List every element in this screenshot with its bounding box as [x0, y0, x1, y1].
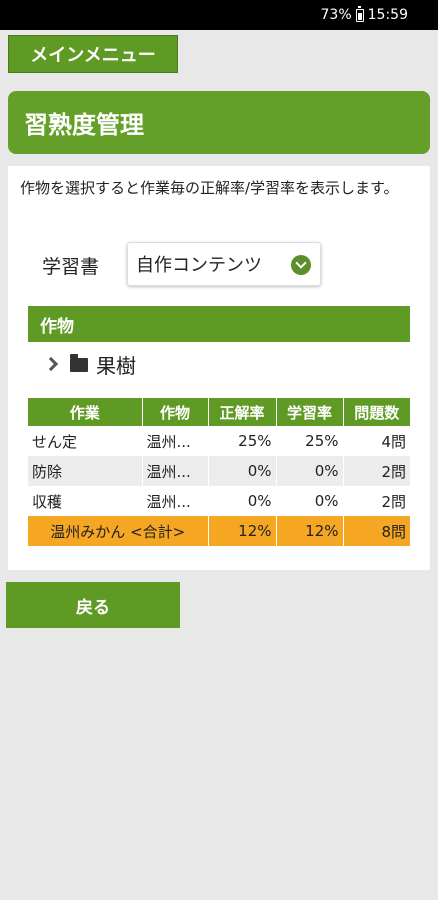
- table-row[interactable]: 収穫 温州... 0% 0% 2問: [28, 486, 410, 516]
- cell-crop: 温州...: [142, 486, 209, 516]
- proficiency-table: 作業 作物 正解率 学習率 問題数 せん定 温州... 25% 25% 4問 防…: [28, 398, 410, 546]
- main-menu-button[interactable]: メインメニュー: [8, 35, 178, 73]
- col-header-count: 問題数: [343, 398, 410, 426]
- folder-icon: [70, 354, 88, 372]
- crop-section-header: 作物: [28, 306, 410, 342]
- col-header-learning: 学習率: [276, 398, 344, 426]
- cell-learning: 0%: [276, 456, 344, 486]
- table-total-row: 温州みかん <合計> 12% 12% 8問: [28, 516, 410, 546]
- cell-count: 2問: [343, 486, 410, 516]
- cell-crop: 温州...: [142, 456, 209, 486]
- table-row[interactable]: 防除 温州... 0% 0% 2問: [28, 456, 410, 486]
- total-label: 温州みかん <合計>: [28, 516, 209, 546]
- cell-count: 4問: [343, 426, 410, 456]
- total-accuracy: 12%: [208, 516, 277, 546]
- battery-percent: 73%: [320, 7, 352, 23]
- cell-task: せん定: [28, 426, 143, 456]
- total-learning: 12%: [276, 516, 344, 546]
- tree-item-label: 果樹: [96, 353, 136, 378]
- cell-count: 2問: [343, 456, 410, 486]
- cell-accuracy: 0%: [208, 456, 277, 486]
- cell-task: 収穫: [28, 486, 143, 516]
- table-row[interactable]: せん定 温州... 25% 25% 4問: [28, 426, 410, 456]
- study-book-selected-value: 自作コンテンツ: [136, 255, 262, 276]
- chevron-right-icon: [43, 356, 59, 372]
- col-header-crop: 作物: [142, 398, 209, 426]
- study-book-select[interactable]: 自作コンテンツ: [127, 242, 321, 286]
- description-text: 作物を選択すると作業毎の正解率/学習率を表示します。: [20, 179, 399, 197]
- clock: 15:59: [367, 7, 408, 23]
- page-title: 習熟度管理: [8, 91, 430, 154]
- cell-task: 防除: [28, 456, 143, 486]
- cell-crop: 温州...: [142, 426, 209, 456]
- col-header-accuracy: 正解率: [208, 398, 277, 426]
- total-count: 8問: [343, 516, 410, 546]
- cell-learning: 0%: [276, 486, 344, 516]
- cell-learning: 25%: [276, 426, 344, 456]
- col-header-task: 作業: [28, 398, 143, 426]
- status-bar: 73% 15:59: [0, 0, 438, 30]
- study-book-label: 学習書: [42, 256, 100, 278]
- cell-accuracy: 0%: [208, 486, 277, 516]
- battery-icon: [355, 5, 364, 22]
- cell-accuracy: 25%: [208, 426, 277, 456]
- back-button[interactable]: 戻る: [6, 582, 180, 628]
- tree-item-fruit-trees[interactable]: 果樹: [43, 348, 136, 380]
- table-header-row: 作業 作物 正解率 学習率 問題数: [28, 398, 410, 426]
- chevron-down-icon: [291, 255, 311, 275]
